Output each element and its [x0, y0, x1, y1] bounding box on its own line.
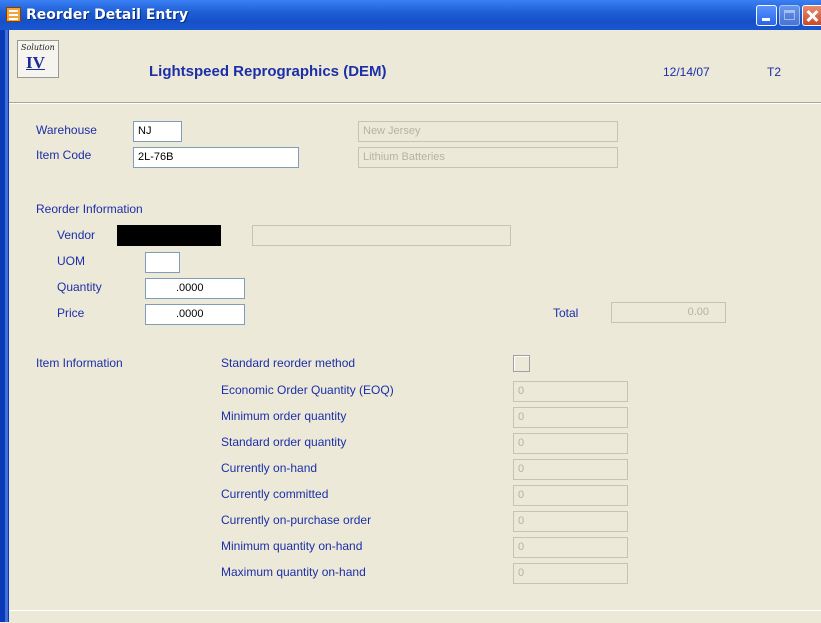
title-bar[interactable]: Reorder Detail Entry: [0, 0, 821, 30]
item-code-field[interactable]: 2L-76B: [133, 147, 299, 168]
vendor-label: Vendor: [57, 228, 96, 242]
minimum-order-quantity-label: Minimum order quantity: [221, 409, 347, 423]
terminal-id: T2: [767, 65, 782, 79]
standard-reorder-method-checkbox[interactable]: [513, 355, 530, 372]
standard-reorder-method-label: Standard reorder method: [221, 356, 356, 370]
vendor-name: [252, 225, 511, 246]
client-area: Solution IV Lightspeed Reprographics (DE…: [9, 30, 821, 623]
reorder-information-heading: Reorder Information: [36, 202, 143, 216]
vendor-field[interactable]: [117, 225, 221, 246]
logo-numeral: IV: [26, 53, 45, 72]
currently-on-purchase-order-field: 0: [513, 511, 628, 532]
total-field: 0.00: [611, 302, 726, 323]
minimum-order-quantity-field: 0: [513, 407, 628, 428]
currently-committed-label: Currently committed: [221, 487, 329, 501]
window-title: Reorder Detail Entry: [26, 7, 189, 23]
currently-on-hand-label: Currently on-hand: [221, 461, 318, 475]
uom-label: UOM: [57, 254, 85, 268]
maximum-quantity-on-hand-field: 0: [513, 563, 628, 584]
uom-field[interactable]: [145, 252, 180, 273]
minimize-button[interactable]: [756, 5, 777, 26]
header-panel: Solution IV Lightspeed Reprographics (DE…: [9, 30, 821, 102]
header-divider: [9, 102, 821, 104]
currently-on-purchase-order-label: Currently on-purchase order: [221, 513, 372, 527]
standard-order-quantity-field: 0: [513, 433, 628, 454]
price-label: Price: [57, 306, 85, 320]
standard-order-quantity-label: Standard order quantity: [221, 435, 347, 449]
logo-script-text: Solution: [21, 43, 55, 52]
company-name: Lightspeed Reprographics (DEM): [149, 63, 387, 80]
status-bar: [9, 610, 821, 623]
minimum-quantity-on-hand-field: 0: [513, 537, 628, 558]
close-button[interactable]: [802, 5, 821, 26]
warehouse-field[interactable]: NJ: [133, 121, 182, 142]
maximum-quantity-on-hand-label: Maximum quantity on-hand: [221, 565, 366, 579]
eoq-field: 0: [513, 381, 628, 402]
header-date: 12/14/07: [663, 65, 710, 79]
currently-on-hand-field: 0: [513, 459, 628, 480]
warehouse-description: New Jersey: [358, 121, 618, 142]
maximize-button: [779, 5, 800, 26]
item-information-heading: Item Information: [36, 356, 123, 370]
eoq-label: Economic Order Quantity (EOQ): [221, 383, 394, 397]
window-frame-left: [0, 30, 9, 622]
quantity-label: Quantity: [57, 280, 102, 294]
grid-form-icon[interactable]: [6, 7, 21, 22]
currently-committed-field: 0: [513, 485, 628, 506]
minimum-quantity-on-hand-label: Minimum quantity on-hand: [221, 539, 363, 553]
solution-iv-logo: Solution IV: [17, 40, 59, 78]
quantity-field[interactable]: .0000: [145, 278, 245, 299]
price-field[interactable]: .0000: [145, 304, 245, 325]
item-description: Lithium Batteries: [358, 147, 618, 168]
total-label: Total: [553, 306, 579, 320]
item-code-label: Item Code: [36, 148, 92, 162]
warehouse-label: Warehouse: [36, 123, 97, 137]
